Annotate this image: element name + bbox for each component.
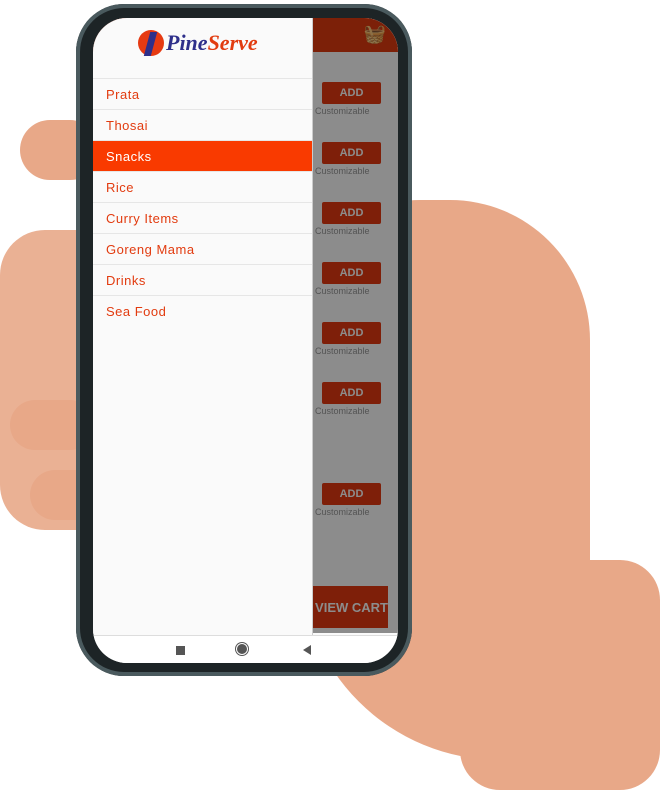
drawer-item-curry-items[interactable]: Curry Items: [93, 202, 312, 233]
pineserve-logo: Pine Serve: [138, 30, 258, 56]
drawer-item-prata[interactable]: Prata: [93, 78, 312, 109]
category-list: Prata Thosai Snacks Rice Curry Items Goreng M…: [93, 78, 312, 326]
drawer-item-sea-food[interactable]: Sea Food: [93, 295, 312, 326]
android-nav-bar: [93, 635, 398, 663]
drawer-item-thosai[interactable]: Thosai: [93, 109, 312, 140]
nav-drawer: Pine Serve Prata Thosai Snacks Rice Curry Ite…: [93, 18, 313, 635]
logo-mark: [138, 30, 164, 56]
drawer-item-drinks[interactable]: Drinks: [93, 264, 312, 295]
home-icon[interactable]: [237, 644, 247, 654]
drawer-item-goreng-mama[interactable]: Goreng Mama: [93, 233, 312, 264]
phone-screen: 🧺 ADD Customizable ADD Customizable ADD Custo…: [93, 18, 398, 663]
drawer-item-snacks[interactable]: Snacks: [93, 140, 312, 171]
recents-icon[interactable]: [176, 646, 185, 655]
drawer-item-rice[interactable]: Rice: [93, 171, 312, 202]
hand-wrist: [460, 560, 660, 790]
back-icon[interactable]: [303, 645, 311, 655]
